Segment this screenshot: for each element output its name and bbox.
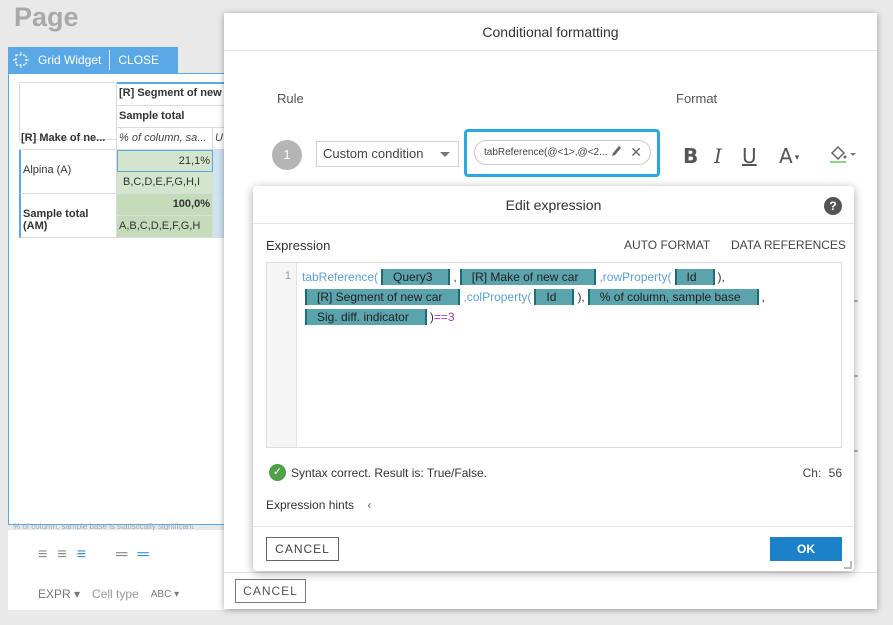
align-right-icon[interactable]: ≡: [77, 546, 86, 564]
code-text: ),: [717, 270, 725, 284]
check-icon: ✓: [269, 464, 286, 481]
italic-icon[interactable]: I: [714, 144, 722, 168]
widget-name: Grid Widget: [38, 53, 102, 67]
code-token[interactable]: [R] Segment of new car: [305, 289, 461, 305]
cancel-button[interactable]: CANCEL: [266, 537, 339, 561]
grid-row-label[interactable]: Alpina (A): [19, 150, 117, 194]
data-references-button[interactable]: DATA REFERENCES: [731, 238, 846, 252]
chevron-down-icon: [440, 152, 450, 157]
fill-color-icon[interactable]: [828, 144, 858, 170]
underline-icon[interactable]: U: [742, 144, 757, 168]
code-text: ,: [761, 290, 765, 304]
pencil-icon[interactable]: [610, 144, 622, 167]
dialog-title: Edit expression: [253, 186, 854, 224]
expression-field-highlight: tabReference(@<1>,@<2... ✕: [464, 129, 660, 177]
grid-sig-cell[interactable]: A,B,C,D,E,F,G,H: [117, 216, 213, 238]
align-left-icon[interactable]: ≡: [38, 546, 47, 564]
align-center-icon[interactable]: ≡: [57, 546, 66, 564]
code-function: ,rowProperty(: [599, 270, 672, 284]
syntax-status: ✓ Syntax correct. Result is: True/False.: [269, 464, 487, 481]
grid-sig-cell[interactable]: B,C,D,E,F,G,H,I: [117, 172, 213, 194]
grid-row-label[interactable]: Sample total (AM): [19, 194, 117, 238]
code-token[interactable]: % of column, sample base: [587, 289, 759, 305]
char-count-value: 56: [828, 466, 842, 480]
grid-value-cell[interactable]: 21,1%: [117, 150, 213, 172]
help-icon[interactable]: ?: [824, 197, 842, 215]
cf-cancel-button[interactable]: CANCEL: [235, 579, 306, 603]
condition-select[interactable]: Custom condition: [316, 141, 459, 167]
code-token[interactable]: Id: [534, 289, 575, 305]
code-token[interactable]: [R] Make of new car: [459, 269, 597, 285]
clear-icon[interactable]: ✕: [630, 141, 642, 164]
grid-value-cell[interactable]: 100,0%: [117, 194, 213, 216]
widget-close-button[interactable]: CLOSE: [110, 53, 167, 67]
auto-format-button[interactable]: AUTO FORMAT: [624, 238, 710, 252]
toolbar-divider: [109, 50, 111, 70]
grid-measure-header[interactable]: % of column, sa...: [117, 128, 213, 150]
expr-label: EXPR: [38, 587, 71, 601]
expression-field[interactable]: tabReference(@<1>,@<2... ✕: [474, 140, 651, 165]
code-token[interactable]: Query3: [381, 269, 451, 285]
rule-heading: Rule: [277, 91, 304, 106]
font-color-icon[interactable]: A ▾: [779, 144, 799, 168]
cell-type-label: Cell type: [92, 587, 139, 601]
resize-handle-icon[interactable]: [844, 561, 852, 569]
code-function: ,colProperty(: [463, 290, 532, 304]
valign-middle-icon[interactable]: ═: [137, 546, 148, 564]
code-function: tabReference(: [302, 270, 379, 284]
code-operator: ==3: [433, 310, 455, 324]
char-count-label: Ch:: [802, 466, 822, 480]
grid-widget: [R] Segment of new Sample total [R] Make…: [8, 73, 230, 531]
expression-hints-label: Expression hints: [266, 498, 355, 512]
page-title: Page: [14, 2, 79, 32]
bg-format-toolbar: ≡ ≡ ≡ ═ ═ EXPR ▾ Cell type ABC ▾: [8, 530, 230, 610]
chevron-left-icon: ‹: [367, 498, 372, 512]
expression-preview: tabReference(@<1>,@<2...: [484, 147, 608, 158]
line-number: 1: [267, 263, 297, 447]
bold-icon[interactable]: B: [683, 144, 698, 168]
edit-expression-dialog: Edit expression ? Expression AUTO FORMAT…: [253, 186, 854, 571]
valign-top-icon[interactable]: ═: [116, 546, 127, 564]
divider: [224, 572, 877, 573]
divider: [253, 526, 854, 527]
format-heading: Format: [676, 91, 718, 106]
char-count: Ch: 56: [803, 466, 842, 480]
expression-label: Expression: [266, 238, 331, 253]
code-token[interactable]: Sig. diff. indicator: [305, 309, 427, 325]
condition-select-value: Custom condition: [323, 146, 424, 161]
rule-number: 1: [272, 140, 302, 170]
ok-button[interactable]: OK: [770, 537, 842, 561]
grid-widget-icon[interactable]: [10, 49, 32, 71]
cf-title: Conditional formatting: [224, 13, 877, 51]
widget-toolbar: Grid Widget CLOSE: [8, 47, 178, 73]
grid-row-header[interactable]: [R] Make of ne...: [19, 128, 117, 150]
syntax-status-text: Syntax correct. Result is: True/False.: [291, 465, 488, 480]
grid-column-group-header[interactable]: [R] Segment of new: [117, 82, 229, 106]
expression-editor[interactable]: 1 tabReference(Query3, [R] Make of new ca…: [266, 262, 842, 448]
code-token[interactable]: Id: [674, 269, 715, 285]
grid-column-header[interactable]: Sample total: [117, 106, 229, 128]
cell-type-value: ABC: [150, 588, 172, 600]
expression-hints-toggle[interactable]: Expression hints ‹: [266, 498, 371, 512]
cell-type-dropdown[interactable]: ABC ▾: [151, 589, 179, 600]
expr-dropdown[interactable]: EXPR ▾: [38, 587, 80, 601]
code-text: ),: [577, 290, 585, 304]
expression-code[interactable]: tabReference(Query3, [R] Make of new car,…: [302, 267, 842, 327]
